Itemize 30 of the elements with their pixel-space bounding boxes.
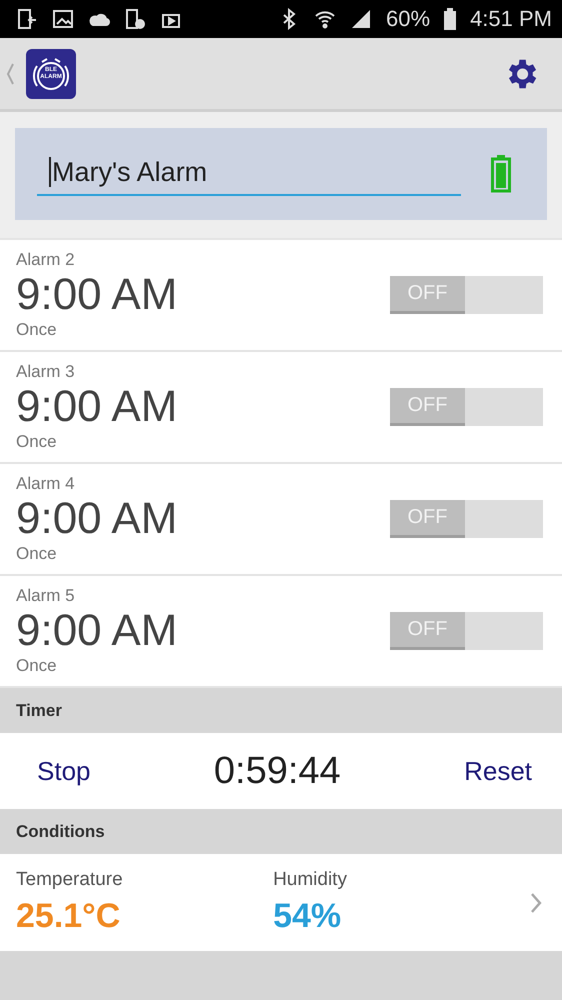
alarm-repeat: Once — [16, 656, 58, 676]
alarm-label: Alarm 5 — [16, 586, 76, 606]
battery-icon — [444, 8, 456, 30]
alarm-label: Alarm 3 — [16, 362, 76, 382]
reset-button[interactable]: Reset — [464, 756, 532, 786]
image-icon — [52, 8, 74, 30]
alarm-label: Alarm 2 — [16, 250, 76, 270]
condition-value: 54% — [273, 897, 342, 936]
alarm-time: 9:00 AM — [16, 270, 178, 320]
battery-percent: 60% — [386, 6, 430, 32]
alarm-time: 9:00 AM — [16, 382, 178, 432]
alarm-repeat: Once — [16, 320, 58, 340]
chevron-right-icon — [530, 890, 542, 914]
condition-value: 25.1°C — [16, 897, 122, 936]
phone-exit-icon — [16, 8, 38, 30]
alarm-repeat: Once — [16, 432, 58, 452]
alarm-label: Alarm 4 — [16, 474, 76, 494]
alarm-time: 9:00 AM — [16, 494, 178, 544]
timer-value: 0:59:44 — [214, 750, 341, 792]
condition-label: Humidity — [273, 869, 348, 891]
conditions-header: Conditions — [16, 822, 105, 842]
signal-icon — [350, 8, 372, 30]
clock-time: 4:51 PM — [470, 6, 552, 32]
timer-header: Timer — [16, 700, 62, 720]
condition-label: Temperature — [16, 869, 124, 891]
battery-full-icon — [491, 155, 511, 193]
stop-button[interactable]: Stop — [37, 756, 90, 786]
alarm-repeat: Once — [16, 544, 58, 564]
alarm-time: 9:00 AM — [16, 606, 178, 656]
conditions-row[interactable]: Temperature 25.1°C Humidity 54% — [0, 854, 562, 951]
